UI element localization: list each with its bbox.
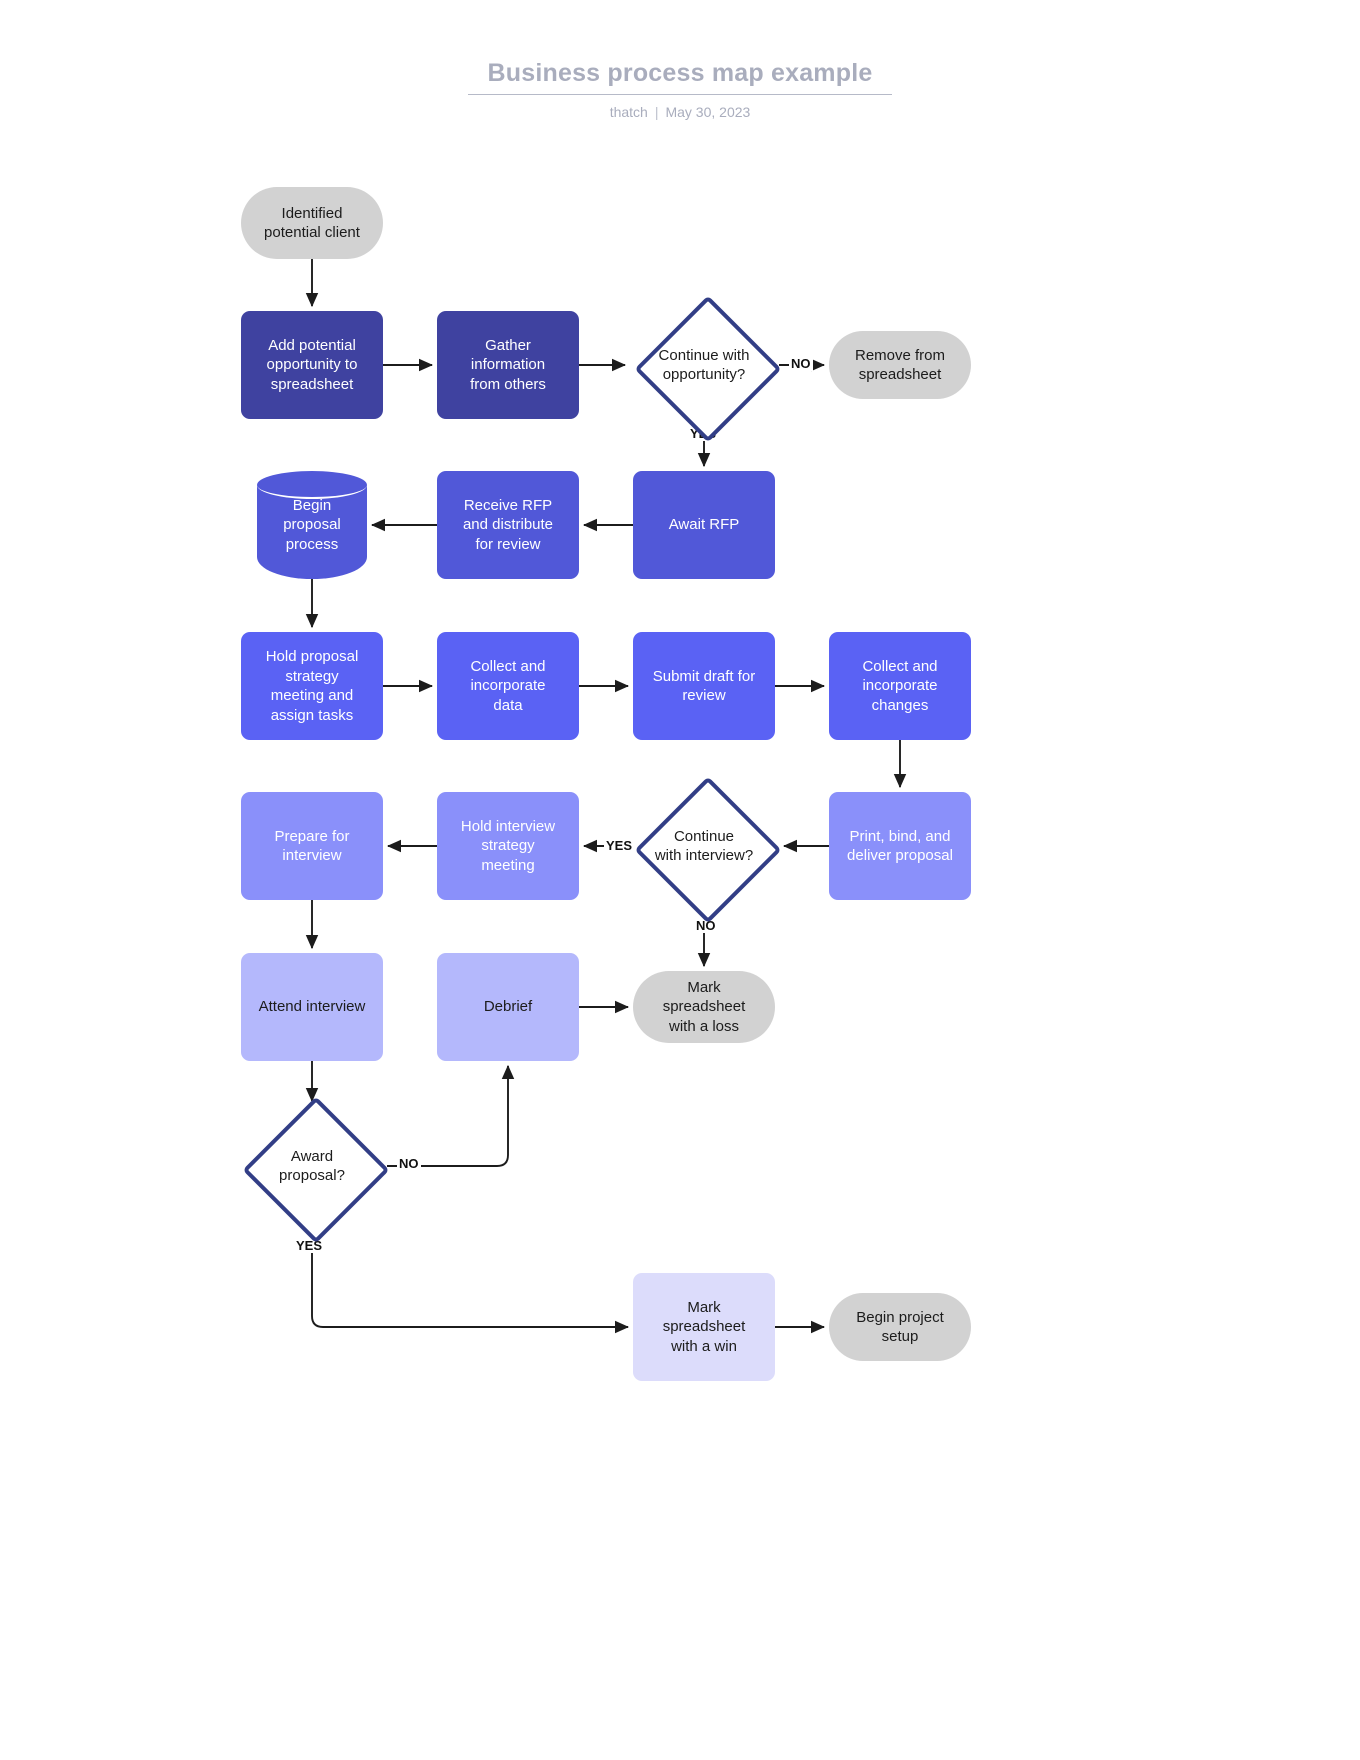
flow-node-label: Award proposal?	[279, 1147, 345, 1185]
flow-node-label: Debrief	[483, 998, 533, 1016]
flow-node-n16[interactable]: Prepare for interview	[241, 792, 383, 900]
flow-node-n17[interactable]: Attend interview	[241, 953, 383, 1061]
flow-node-label: Hold interview strategy meeting	[460, 817, 556, 874]
flow-node-n1[interactable]: Identified potential client	[241, 187, 383, 259]
flow-node-n11[interactable]: Submit draft for review	[633, 632, 775, 740]
flow-node-n6[interactable]: Await RFP	[633, 471, 775, 579]
flow-node-n14[interactable]: Continue with interview?	[629, 776, 782, 924]
flow-node-label: Collect and incorporate data	[470, 657, 546, 714]
flow-node-label: Begin proposal process	[283, 496, 341, 553]
flow-node-label: Receive RFP and distribute for review	[462, 496, 554, 553]
flow-node-n9[interactable]: Hold proposal strategy meeting and assig…	[241, 632, 383, 740]
flow-node-n13[interactable]: Print, bind, and deliver proposal	[829, 792, 971, 900]
flow-node-label: Prepare for interview	[274, 827, 350, 865]
flow-node-n7[interactable]: Receive RFP and distribute for review	[437, 471, 579, 579]
flow-node-label: Continue with opportunity?	[658, 346, 750, 384]
flow-node-n2[interactable]: Add potential opportunity to spreadsheet	[241, 311, 383, 419]
flow-node-n19[interactable]: Mark spreadsheet with a loss	[633, 971, 775, 1043]
flow-node-label: Add potential opportunity to spreadsheet	[266, 336, 358, 393]
flow-node-label: Gather information from others	[470, 336, 546, 393]
flow-node-label: Mark spreadsheet with a win	[662, 1298, 746, 1355]
flow-node-label: Continue with interview?	[654, 827, 754, 865]
flow-node-label: Begin project setup	[856, 1308, 944, 1346]
flow-node-label: Submit draft for review	[652, 667, 756, 705]
edge-label-no-5: NO	[397, 1156, 421, 1171]
flow-node-label: Remove from spreadsheet	[854, 346, 946, 384]
flow-node-label: Mark spreadsheet with a loss	[662, 978, 746, 1035]
edge-label-no-1: NO	[789, 356, 813, 371]
flow-node-n21[interactable]: Mark spreadsheet with a win	[633, 1273, 775, 1381]
flow-node-n18[interactable]: Debrief	[437, 953, 579, 1061]
flowchart-canvas: Business process map example thatch | May …	[0, 0, 1360, 1760]
flow-node-n5[interactable]: Remove from spreadsheet	[829, 331, 971, 399]
flow-node-label: Print, bind, and deliver proposal	[847, 827, 953, 865]
edge-label-yes-6: YES	[294, 1238, 325, 1253]
flow-node-n3[interactable]: Gather information from others	[437, 311, 579, 419]
flow-node-n22[interactable]: Begin project setup	[829, 1293, 971, 1361]
flow-node-label: Attend interview	[258, 998, 366, 1016]
flow-node-n20[interactable]: Award proposal?	[237, 1096, 390, 1244]
flow-node-label: Collect and incorporate changes	[862, 657, 938, 714]
flow-node-n8[interactable]: Begin proposal process	[257, 471, 367, 579]
edge-label-yes-3: YES	[604, 838, 635, 853]
node-layer: Identified potential client Add potential…	[0, 0, 1360, 1760]
flow-node-n10[interactable]: Collect and incorporate data	[437, 632, 579, 740]
flow-node-label: Await RFP	[668, 516, 740, 534]
flow-node-n15[interactable]: Hold interview strategy meeting	[437, 792, 579, 900]
flow-node-n12[interactable]: Collect and incorporate changes	[829, 632, 971, 740]
flow-node-n4[interactable]: Continue with opportunity?	[629, 295, 782, 443]
flow-node-label: Hold proposal strategy meeting and assig…	[265, 648, 359, 724]
flow-node-label: Identified potential client	[264, 204, 360, 242]
